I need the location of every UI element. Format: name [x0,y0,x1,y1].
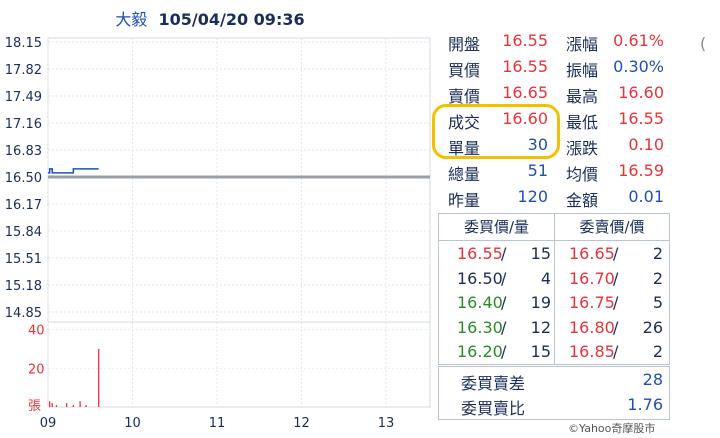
stat-label: 金額 [566,191,599,210]
ask-price[interactable]: 16.70 [569,266,615,291]
price-tick-label: 15.18 [5,279,42,294]
time-tick-label: 13 [378,416,395,431]
order-summary: 委買賣差 28 委買賣比 1.76 [438,366,670,420]
price-tick-label: 15.84 [5,225,42,240]
ask-qty[interactable]: 2 [653,241,663,266]
stat-label: 最低 [566,113,599,132]
ask-qty[interactable]: 26 [643,315,663,340]
ask-qty[interactable]: 2 [653,266,663,291]
ask-qty[interactable]: 5 [653,290,663,315]
time-tick-label: 10 [124,416,141,431]
summary-label: 委買賣差 [461,374,526,393]
stat-value: 0.10 [628,135,664,154]
intraday-chart-svg: 18.15 17.82 17.49 17.16 16.83 16.50 16.17 15.84… [5,36,431,431]
ask-price[interactable]: 16.85 [569,339,615,364]
bid-qty[interactable]: 15 [531,241,551,266]
stats-row: 賣價 16.65 最高 16.60 [436,80,670,106]
time-tick-label: 09 [40,416,57,431]
time-tick-label: 11 [209,416,226,431]
separator-slash: / [613,342,619,361]
summary-value: 1.76 [627,395,663,414]
bid-qty[interactable]: 15 [531,339,551,364]
bid-price[interactable]: 16.50 [457,266,503,291]
edge-glyph: ( [700,34,707,53]
stat-label: 昨量 [448,191,481,210]
stat-label: 最高 [566,87,599,106]
price-tick-label: 17.82 [5,63,42,78]
separator-slash: / [501,317,507,337]
price-tick-label: 14.85 [5,306,42,321]
volume-tick-label: 20 [28,362,45,377]
stat-value: 51 [527,161,548,180]
volume-tick-label: 40 [28,324,45,339]
stats-row: 昨量 120 金額 0.01 [436,184,670,210]
bid-price[interactable]: 16.20 [457,339,503,364]
plot-frame [47,37,431,408]
separator-slash: / [501,293,507,312]
stat-value: 16.60 [618,83,664,102]
stat-label: 振幅 [566,61,599,80]
stats-row: 買價 16.55 振幅 0.30% [436,54,670,80]
volume-unit-label: 張 [28,399,41,414]
ask-header: 委賣價/價 [579,218,645,236]
ask-price[interactable]: 16.65 [569,241,615,266]
price-tick-label: 17.16 [5,117,42,132]
bid-header: 委買價/量 [463,218,530,236]
intraday-chart: 18.15 17.82 17.49 17.16 16.83 16.50 16.17 15.84… [0,0,440,438]
price-line [48,168,99,174]
stat-value: 16.55 [502,31,548,50]
stat-label: 總量 [448,165,481,184]
bid-price[interactable]: 16.40 [457,290,503,315]
summary-label: 委買賣比 [461,399,526,418]
bid-qty[interactable]: 19 [531,290,551,315]
stat-label: 均價 [566,165,599,184]
bid-qty[interactable]: 12 [531,315,551,340]
price-tick-label: 17.49 [5,90,42,105]
price-tick-label: 16.83 [5,144,42,159]
price-tick-label: 15.51 [5,252,42,267]
price-tick-label: 16.50 [5,171,42,186]
price-tick-label: 16.17 [5,198,42,213]
separator-slash: / [613,293,619,312]
time-tick-label: 12 [293,416,310,431]
stat-value: 0.01 [628,187,664,206]
column-divider [554,214,555,364]
copyright: ©Yahoo奇摩股市 [568,422,656,435]
stat-label: 開盤 [448,35,481,54]
stat-value: 16.65 [502,83,548,102]
stat-value: 16.55 [618,109,664,128]
bid-price[interactable]: 16.30 [457,315,503,340]
stat-label: 買價 [448,61,481,80]
stat-label: 漲跌 [566,139,599,158]
ask-price[interactable]: 16.75 [569,290,615,315]
separator-slash: / [501,268,507,288]
separator-slash: / [613,317,619,337]
stat-value: 16.59 [618,161,664,180]
separator-slash: / [501,244,507,263]
ask-qty[interactable]: 2 [653,339,663,364]
ask-price[interactable]: 16.80 [569,315,615,340]
stat-label: 漲幅 [566,35,599,54]
stats-row: 總量 51 均價 16.59 [436,158,670,184]
stat-value: 120 [517,187,548,206]
highlight-box [432,104,560,159]
separator-slash: / [501,342,507,361]
summary-value: 28 [642,370,663,389]
price-tick-label: 18.15 [5,36,42,51]
separator-slash: / [613,268,619,288]
stat-value: 16.55 [502,57,548,76]
order-book: 委買價/量 委賣價/價 16.55/15 16.65/2 16.50/4 16.70/… [438,213,670,365]
stat-value: 0.61% [613,31,664,50]
separator-slash: / [613,244,619,263]
stat-value: 0.30% [613,57,664,76]
bid-qty[interactable]: 4 [541,266,551,291]
stats-row: 開盤 16.55 漲幅 0.61% [436,28,670,54]
bid-price[interactable]: 16.55 [457,241,503,266]
